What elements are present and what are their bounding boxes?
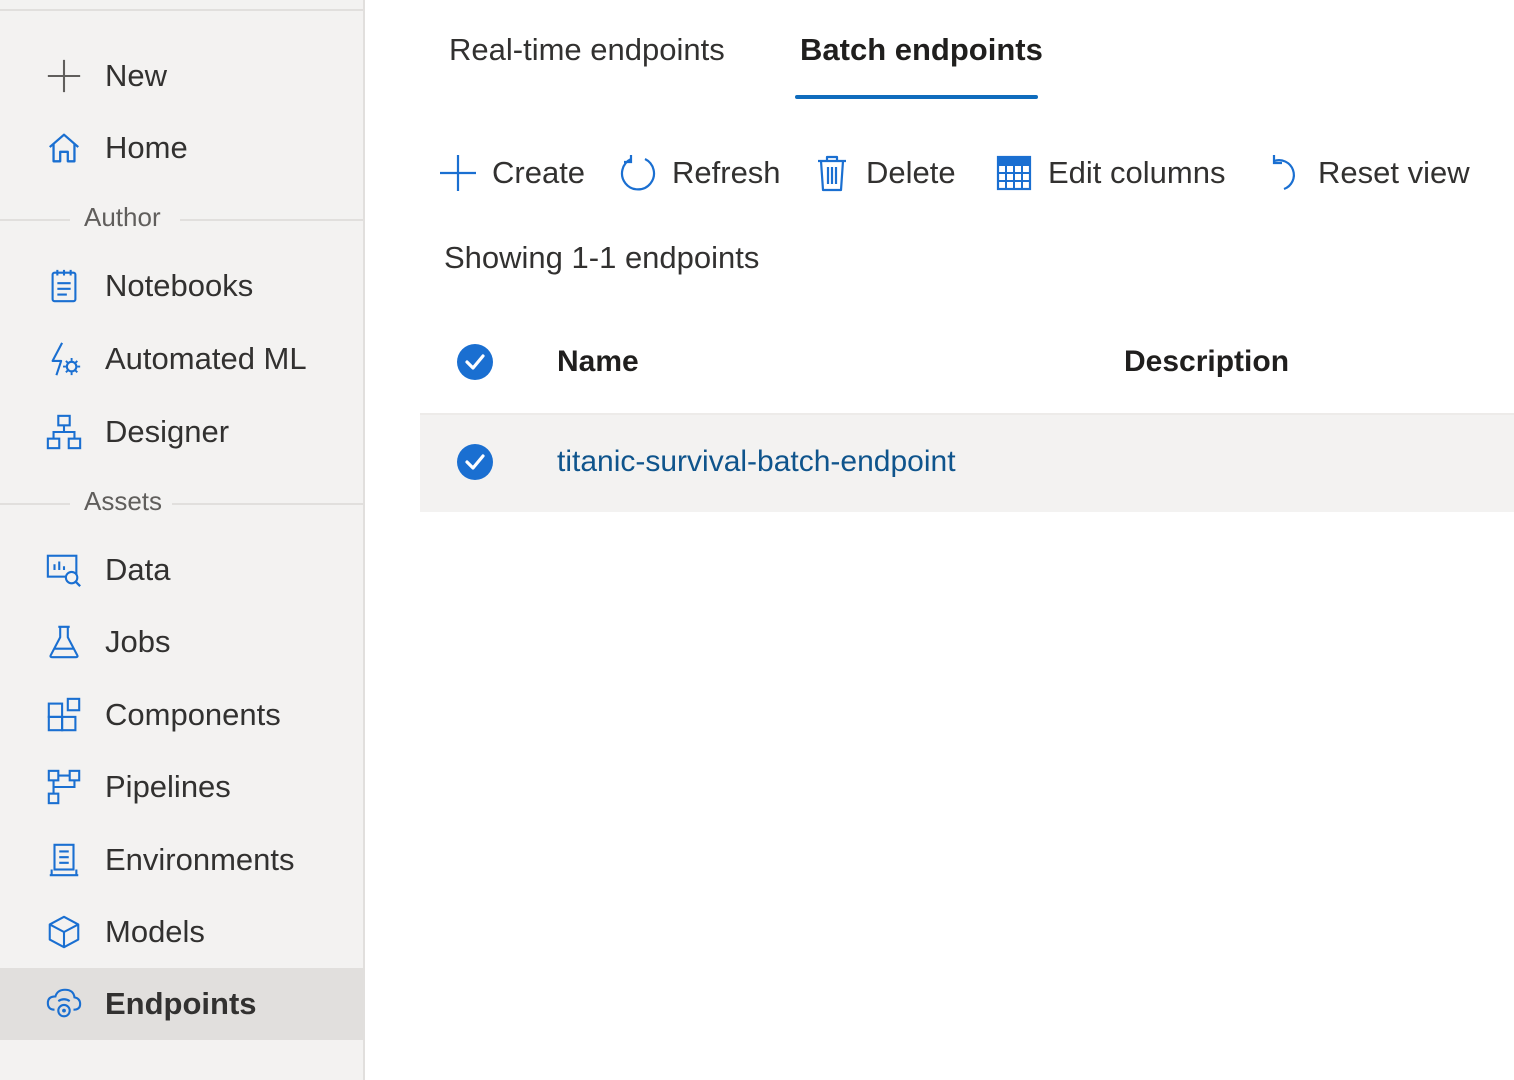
plus-icon [436,151,480,195]
active-tab-indicator [795,95,1038,99]
create-button[interactable]: Create [436,148,585,198]
edit-columns-label: Edit columns [1048,155,1226,190]
row-checkbox[interactable] [457,444,493,480]
section-divider [0,219,70,221]
endpoints-icon [44,984,84,1024]
tab-real-time-endpoints[interactable]: Real-time endpoints [449,32,725,68]
refresh-button[interactable]: Refresh [616,148,781,198]
section-divider [172,503,365,505]
cube-icon [44,912,84,952]
showing-count: Showing 1-1 endpoints [444,240,760,275]
section-label: Assets [84,486,163,516]
sidebar-item-label: Pipelines [105,769,231,804]
trash-icon [810,151,854,195]
sidebar-item-label: Endpoints [105,986,257,1021]
endpoint-name-link[interactable]: titanic-survival-batch-endpoint [557,445,956,479]
sidebar-item-label: Designer [105,414,230,449]
sidebar-item-notebooks[interactable]: Notebooks [0,250,365,322]
create-label: Create [492,155,586,190]
sidebar-item-environments[interactable]: Environments [0,824,365,896]
plus-icon [44,56,84,96]
sidebar-item-label: Data [105,552,171,587]
sidebar-item-label: Models [105,914,205,949]
column-header-description[interactable]: Description [1124,345,1289,379]
sidebar-item-label: Notebooks [105,268,254,303]
delete-label: Delete [866,155,956,190]
components-icon [44,695,84,735]
sidebar-item-designer[interactable]: Designer [0,396,365,468]
data-icon [44,550,84,590]
sidebar-item-automated-ml[interactable]: Automated ML [0,323,365,395]
sidebar: New Home Author Notebooks Automated ML D… [0,0,365,1080]
reset-view-label: Reset view [1318,155,1470,190]
section-author: Author [0,202,365,234]
column-header-name[interactable]: Name [557,345,639,379]
automated-ml-icon [44,339,84,379]
delete-button[interactable]: Delete [810,148,956,198]
section-assets: Assets [0,486,365,518]
designer-icon [44,412,84,452]
environments-icon [44,840,84,880]
sidebar-item-jobs[interactable]: Jobs [0,606,365,678]
refresh-label: Refresh [672,155,781,190]
sidebar-item-label: New [105,58,168,93]
reset-view-button[interactable]: Reset view [1262,148,1470,198]
sidebar-item-home[interactable]: Home [0,112,365,184]
sidebar-item-endpoints[interactable]: Endpoints [0,968,365,1040]
sidebar-item-label: Components [105,697,281,732]
sidebar-item-data[interactable]: Data [0,534,365,606]
sidebar-item-components[interactable]: Components [0,679,365,751]
notebook-icon [44,266,84,306]
refresh-icon [616,151,660,195]
sidebar-item-new[interactable]: New [0,40,365,112]
sidebar-item-label: Home [105,130,188,165]
edit-columns-button[interactable]: Edit columns [992,148,1225,198]
checkmark-icon [465,354,485,370]
sidebar-item-label: Environments [105,842,295,877]
sidebar-top-divider [0,9,365,11]
checkmark-icon [465,454,485,470]
tab-batch-endpoints[interactable]: Batch endpoints [800,32,1043,68]
home-icon [44,128,84,168]
undo-icon [1262,151,1306,195]
sidebar-item-label: Jobs [105,624,171,659]
section-divider [180,219,365,221]
table-edit-icon [992,151,1036,195]
select-all-checkbox[interactable] [457,344,493,380]
sidebar-item-label: Automated ML [105,341,307,376]
pipelines-icon [44,767,84,807]
section-label: Author [84,202,161,232]
sidebar-item-models[interactable]: Models [0,896,365,968]
flask-icon [44,622,84,662]
sidebar-item-pipelines[interactable]: Pipelines [0,751,365,823]
section-divider [0,503,70,505]
